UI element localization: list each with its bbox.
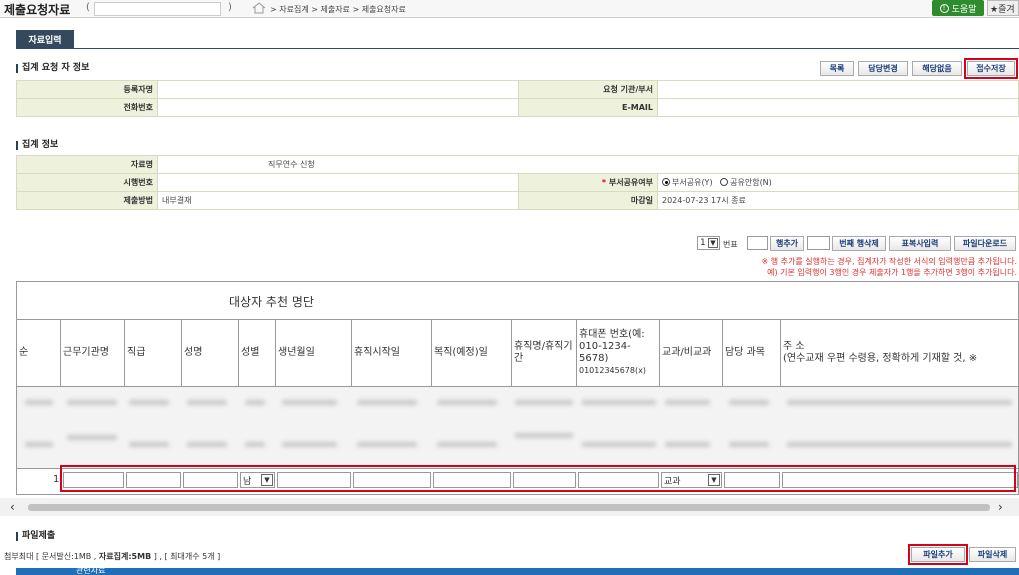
delete-file-button[interactable]: 파일삭제 [969, 547, 1016, 562]
page-title: 제출요청자료 [4, 3, 71, 17]
share-yes-label: 부서공유(Y) [672, 178, 713, 187]
col-header-address: 주 소 (연수교재 우편 수령용, 정확하게 기재할 것, ※ [781, 320, 1018, 386]
scroll-left-icon[interactable]: ‹ [10, 500, 15, 514]
paren-close: ) [228, 2, 232, 13]
file-limit-tail: ] , [ 최대개수 5개 ] [151, 552, 221, 561]
phone-label: 전화번호 [16, 98, 158, 117]
table-row-redacted [17, 425, 1018, 468]
file-download-button[interactable]: 파일다운로드 [954, 236, 1016, 251]
add-file-button[interactable]: 파일추가 [908, 544, 968, 565]
collection-section-title: 집계 정보 [16, 141, 58, 150]
chevron-down-icon: ▼ [708, 238, 718, 248]
col-header-birth: 생년월일 [276, 320, 352, 386]
row-count-input[interactable] [747, 236, 768, 250]
help-label: 도움말 [951, 4, 977, 15]
tab-data-input[interactable]: 자료입력 [16, 30, 74, 48]
table-row-redacted [17, 387, 1018, 425]
title-search-input[interactable] [94, 2, 221, 16]
registrant-value [157, 80, 519, 99]
share-options: 부서공유(Y) 공유안함(N) [657, 173, 1019, 192]
share-label-cell: * 부서공유여부 [518, 173, 658, 192]
enforce-no-value [157, 173, 519, 192]
favorite-button[interactable]: ★즐겨 [987, 0, 1019, 16]
submit-save-button[interactable]: 접수저장 [964, 58, 1018, 79]
collection-info-table: 자료명 직무연수 신청 시행번호 * 부서공유여부 부서공유(Y) 공유안함(N… [16, 155, 1019, 210]
notice-line-2: 예) 기본 입력행이 3행인 경우 제출자가 1행을 추가하면 3행이 추가됩니… [767, 268, 1017, 277]
registrant-label: 등록자명 [16, 80, 158, 99]
col-header-org: 근무기관명 [61, 320, 125, 386]
org-value [657, 80, 1019, 99]
requester-info-table: 등록자명 요청 기관/부서 전화번호 E-MAIL [16, 80, 1019, 117]
scroll-right-icon[interactable]: › [998, 500, 1003, 514]
scrollbar-thumb[interactable] [28, 504, 990, 511]
row-index: 1 [53, 474, 60, 485]
deadline-label: 마감일 [518, 191, 658, 210]
list-button[interactable]: 목록 [820, 61, 854, 76]
input-row-highlight [60, 465, 1016, 492]
email-value [657, 98, 1019, 117]
org-label: 요청 기관/부서 [518, 80, 658, 99]
method-value: 내부결재 [157, 191, 519, 210]
tab-underline [16, 48, 1019, 49]
row-no-label: 번표 [723, 240, 738, 249]
col-header-gender: 성별 [239, 320, 276, 386]
col-header-rank: 직급 [125, 320, 182, 386]
col-header-name: 성명 [182, 320, 239, 386]
row-select[interactable]: 1 ▼ [697, 236, 720, 250]
email-label: E-MAIL [518, 98, 658, 117]
col-header-subject-type: 교과/비교과 [660, 320, 723, 386]
share-no-label: 공유안함(N) [730, 178, 772, 187]
grid-title-row: 대상자 추천 명단 [17, 282, 1018, 320]
col-header-leave-name: 휴직명/휴직기간 [512, 320, 577, 386]
required-mark: * [601, 178, 607, 187]
copy-paste-button[interactable]: 표복사입력 [889, 236, 951, 251]
help-icon: ! [939, 3, 949, 13]
col-header-address-note: (연수교재 우편 수령용, 정확하게 기재할 것, ※ [783, 353, 978, 364]
col-header-leave-start: 휴직시작일 [352, 320, 432, 386]
home-icon[interactable] [252, 2, 266, 14]
col-header-phone: 휴대폰 번호(예: 010-1234-5678) 01012345678(x) [577, 320, 660, 386]
file-section-title: 파일제출 [16, 532, 55, 541]
share-yes-radio[interactable] [662, 178, 670, 186]
data-grid: 대상자 추천 명단 순 근무기관명 직급 성명 성별 생년월일 휴직시작일 복직… [16, 281, 1019, 495]
breadcrumb: > 자료집계 > 제출자료 > 제출요청자료 [270, 5, 406, 14]
method-label: 제출방법 [16, 191, 158, 210]
phone-value [157, 98, 519, 117]
col-header-phone-label: 휴대폰 번호(예: 010-1234-5678) [579, 329, 645, 364]
delete-row-button[interactable]: 번째 행삭제 [832, 236, 886, 251]
share-label: 부서공유여부 [608, 178, 653, 187]
file-limit-bold: 자료집계:5MB [98, 552, 152, 561]
share-no-radio[interactable] [720, 178, 729, 186]
top-bar: 제출요청자료 ( ) > 자료집계 > 제출자료 > 제출요청자료 ! 도움말 … [0, 0, 1019, 18]
col-header-seq: 순 [17, 320, 61, 386]
notice-line-1: ※ 행 추가를 실행하는 경우, 집계자가 작성한 서식의 입력행만큼 추가됩니… [761, 257, 1017, 266]
grid-title: 대상자 추천 명단 [229, 295, 314, 309]
add-row-button[interactable]: 행추가 [770, 236, 804, 251]
deadline-value: 2024-07-23 17시 종료 [657, 191, 1019, 210]
col-header-subject: 담당 과목 [723, 320, 781, 386]
related-files-bar: 관련자료 [16, 568, 1019, 575]
col-header-return: 복직(예정)일 [432, 320, 512, 386]
row-select-value: 1 [700, 238, 706, 248]
data-name-value: 직무연수 신청 [157, 155, 1019, 174]
col-header-phone-example: 01012345678(x) [579, 366, 646, 375]
enforce-no-label: 시행번호 [16, 173, 158, 192]
file-limit-text: 첨부최대 [ 문서발신:1MB , [4, 552, 99, 561]
delete-row-index-input[interactable] [807, 236, 830, 250]
paren-open: ( [86, 2, 90, 13]
help-button[interactable]: ! 도움말 [932, 0, 984, 16]
file-limit-info: 첨부최대 [ 문서발신:1MB , 자료집계:5MB ] , [ 최대개수 5개… [4, 551, 220, 562]
requester-section-title: 집계 요청 자 정보 [16, 64, 89, 73]
change-owner-button[interactable]: 담당변경 [858, 61, 908, 76]
not-applicable-button[interactable]: 해당없음 [912, 61, 962, 76]
data-name-label: 자료명 [16, 155, 158, 174]
col-header-address-label: 주 소 [783, 341, 805, 352]
horizontal-scrollbar[interactable]: ‹ › [0, 498, 1019, 516]
